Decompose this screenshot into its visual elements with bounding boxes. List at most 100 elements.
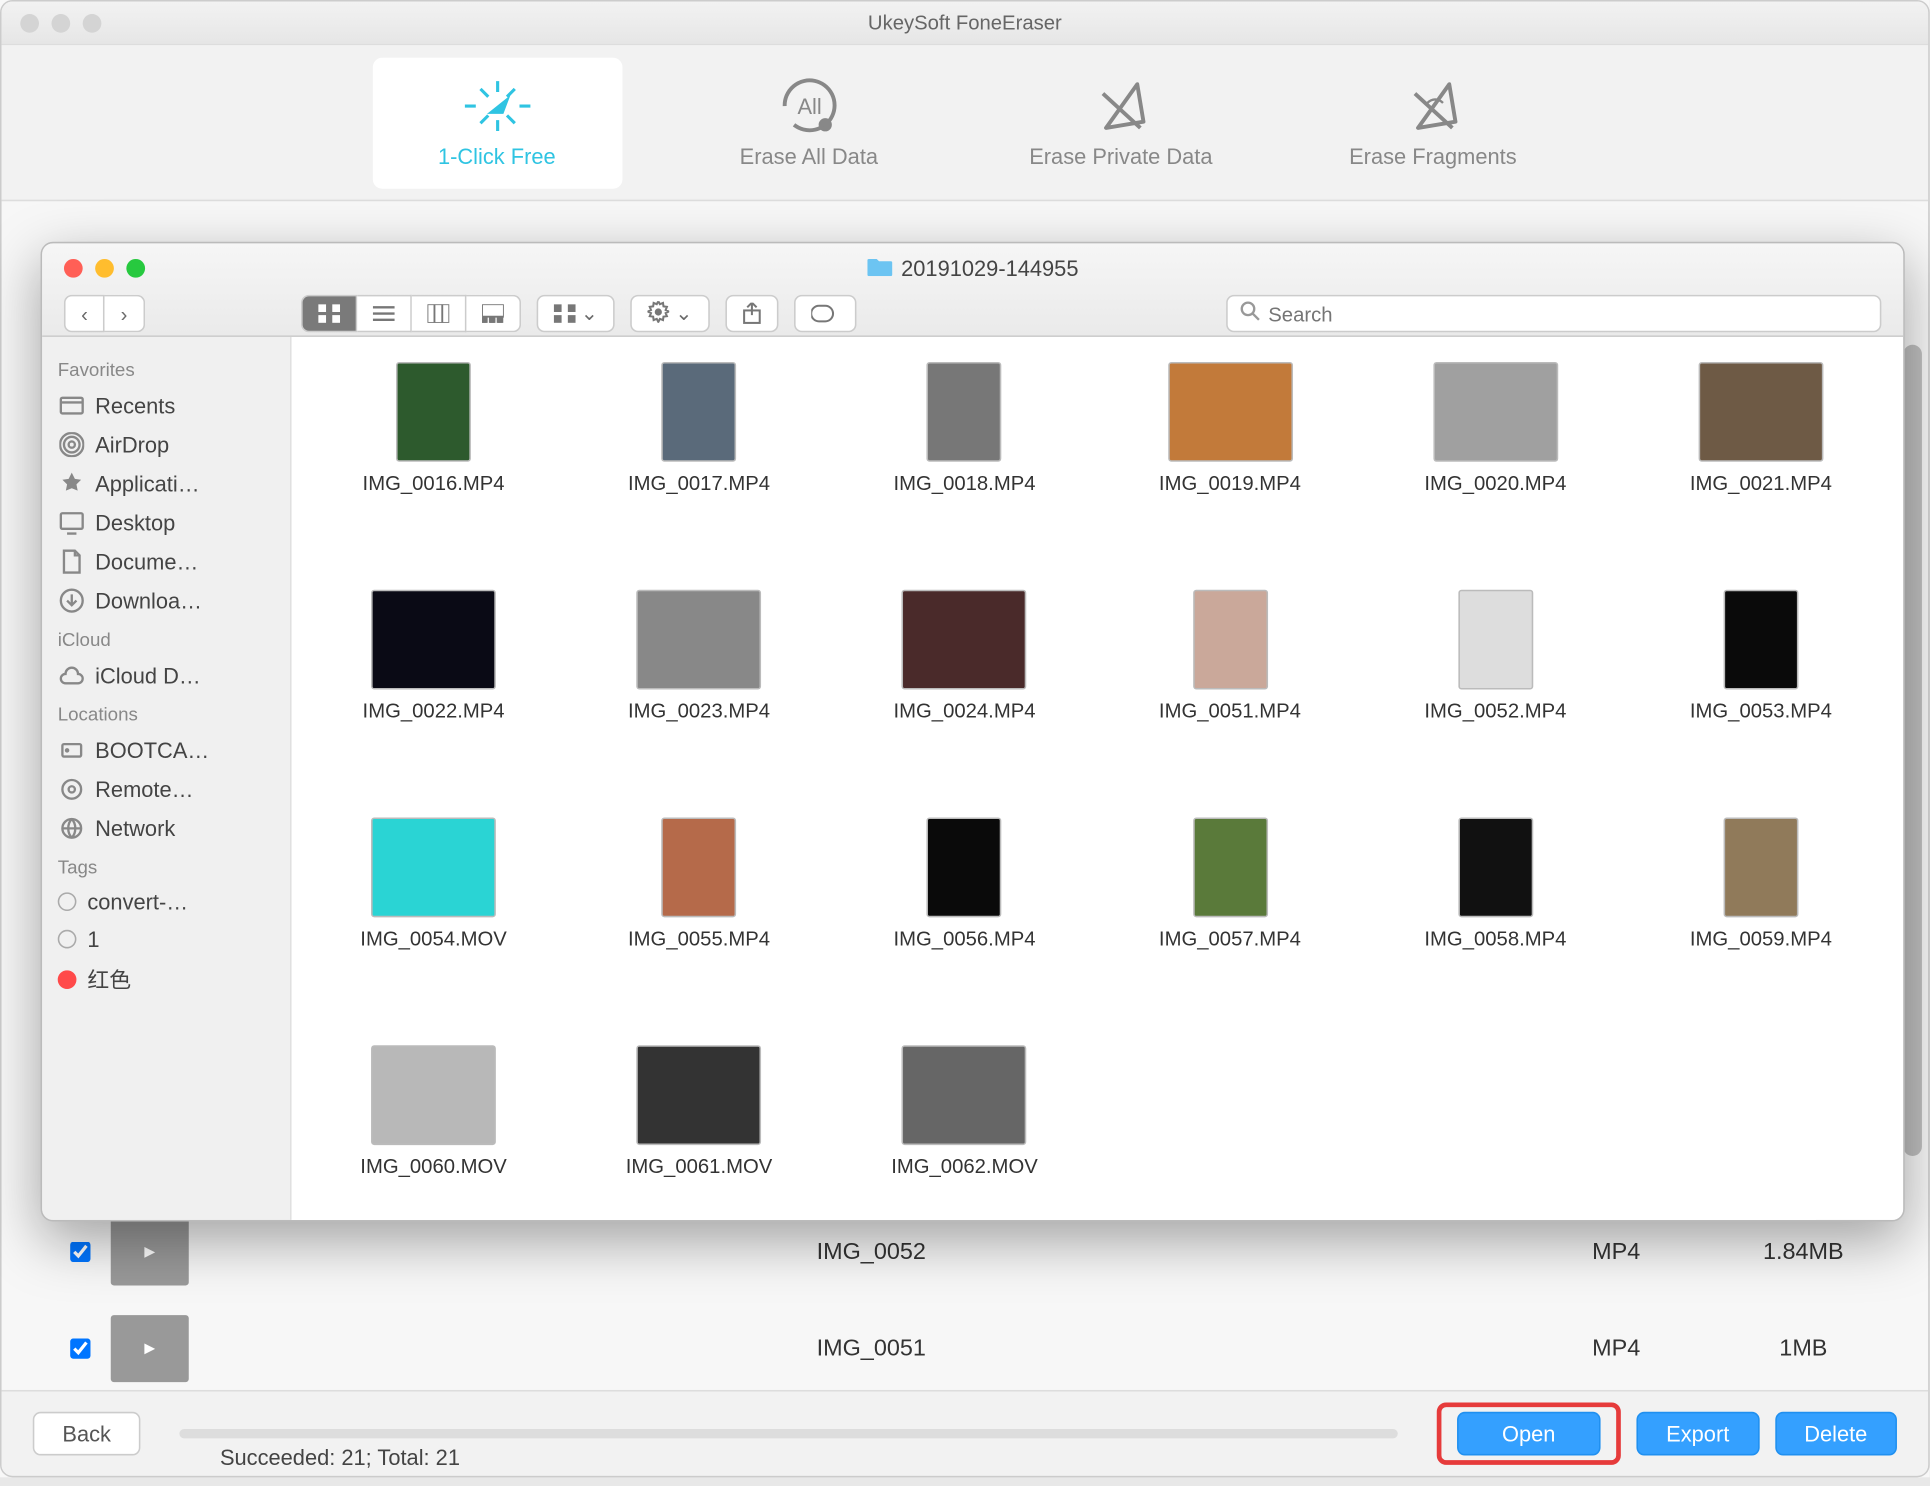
- open-button[interactable]: Open: [1457, 1412, 1601, 1456]
- file-item[interactable]: IMG_0020.MP4: [1366, 362, 1625, 565]
- file-item[interactable]: IMG_0060.MOV: [304, 1045, 563, 1220]
- file-item[interactable]: IMG_0021.MP4: [1631, 362, 1890, 565]
- tab-icon: [1399, 77, 1468, 133]
- file-thumbnail: [662, 362, 737, 462]
- nav-back-button[interactable]: ‹: [64, 295, 105, 332]
- row-checkbox[interactable]: [69, 1338, 89, 1358]
- list-view-button[interactable]: [357, 295, 412, 332]
- progress-bar: [180, 1429, 1398, 1438]
- back-button[interactable]: Back: [33, 1412, 141, 1456]
- sidebar-item[interactable]: BOOTCA…: [42, 730, 290, 769]
- file-item[interactable]: IMG_0053.MP4: [1631, 590, 1890, 793]
- file-name: IMG_0058.MP4: [1425, 927, 1567, 950]
- search-input[interactable]: [1268, 302, 1867, 325]
- row-type: MP4: [1523, 1238, 1710, 1265]
- file-thumbnail: [662, 817, 737, 917]
- finder-title: 20191029-144955: [42, 256, 1903, 281]
- file-item[interactable]: IMG_0056.MP4: [835, 817, 1094, 1020]
- app-title: UkeySoft FoneEraser: [2, 11, 1929, 34]
- sidebar-item[interactable]: iCloud D…: [42, 655, 290, 694]
- sidebar-item[interactable]: Downloa…: [42, 580, 290, 619]
- tab-erase-fragments[interactable]: Erase Fragments: [1308, 57, 1558, 188]
- file-item[interactable]: IMG_0019.MP4: [1101, 362, 1360, 565]
- file-item[interactable]: IMG_0058.MP4: [1366, 817, 1625, 1020]
- file-item[interactable]: IMG_0016.MP4: [304, 362, 563, 565]
- file-item[interactable]: IMG_0024.MP4: [835, 590, 1094, 793]
- action-button[interactable]: ⌄: [631, 295, 710, 332]
- svg-text:All: All: [797, 93, 821, 118]
- file-item[interactable]: IMG_0055.MP4: [570, 817, 829, 1020]
- sidebar-item[interactable]: convert-…: [42, 883, 290, 920]
- sidebar-item-label: Network: [95, 815, 175, 840]
- delete-button[interactable]: Delete: [1775, 1412, 1897, 1456]
- file-name: IMG_0020.MP4: [1425, 471, 1567, 494]
- app-scrollbar[interactable]: [1903, 345, 1922, 1156]
- file-item[interactable]: IMG_0022.MP4: [304, 590, 563, 793]
- file-name: IMG_0023.MP4: [628, 699, 770, 722]
- tag-icon: [58, 892, 77, 911]
- file-thumbnail: [1168, 362, 1293, 462]
- file-item[interactable]: IMG_0061.MOV: [570, 1045, 829, 1220]
- sidebar-item-icon: [58, 392, 85, 419]
- tab-1-click-free[interactable]: 1-Click Free: [372, 57, 622, 188]
- sidebar-item-label: 1: [87, 927, 99, 952]
- gallery-view-button[interactable]: [466, 295, 521, 332]
- file-item[interactable]: IMG_0052.MP4: [1366, 590, 1625, 793]
- sidebar-item-icon: [58, 814, 85, 841]
- file-item[interactable]: IMG_0017.MP4: [570, 362, 829, 565]
- open-highlight: Open: [1436, 1402, 1620, 1464]
- sidebar-item[interactable]: Recents: [42, 385, 290, 424]
- file-thumbnail: [396, 362, 471, 462]
- sidebar-item-label: Recents: [95, 392, 175, 417]
- sidebar-item[interactable]: Remote…: [42, 769, 290, 808]
- sidebar-item-label: iCloud D…: [95, 662, 201, 687]
- file-item[interactable]: IMG_0023.MP4: [570, 590, 829, 793]
- tab-erase-private-data[interactable]: Erase Private Data: [996, 57, 1246, 188]
- tags-button[interactable]: [794, 295, 856, 332]
- tab-label: 1-Click Free: [438, 143, 556, 168]
- file-item[interactable]: IMG_0057.MP4: [1101, 817, 1360, 1020]
- file-item[interactable]: IMG_0062.MOV: [835, 1045, 1094, 1220]
- tab-erase-all-data[interactable]: AllErase All Data: [684, 57, 934, 188]
- list-item[interactable]: IMG_0051MP41MB: [48, 1299, 1897, 1396]
- tab-label: Erase Fragments: [1349, 143, 1517, 168]
- sidebar-item[interactable]: Desktop: [42, 502, 290, 541]
- tab-icon: [1087, 77, 1156, 133]
- file-item[interactable]: IMG_0051.MP4: [1101, 590, 1360, 793]
- file-name: IMG_0062.MOV: [891, 1154, 1038, 1177]
- file-name: IMG_0054.MOV: [361, 927, 508, 950]
- finder-sidebar: Favorites Recents AirDropApplicati…Desktop…: [42, 337, 292, 1220]
- nav-forward-button[interactable]: ›: [105, 295, 145, 332]
- group-by-button[interactable]: ⌄: [536, 295, 615, 332]
- sidebar-section: Favorites: [42, 349, 290, 385]
- share-button[interactable]: [725, 295, 778, 332]
- column-view-button[interactable]: [411, 295, 466, 332]
- sidebar-item[interactable]: 红色: [42, 958, 290, 1002]
- sidebar-item[interactable]: Applicati…: [42, 463, 290, 502]
- export-button[interactable]: Export: [1637, 1412, 1759, 1456]
- sidebar-item-icon: [58, 548, 85, 575]
- sidebar-item[interactable]: Docume…: [42, 541, 290, 580]
- finder-title-text: 20191029-144955: [901, 256, 1078, 281]
- sidebar-item[interactable]: 1: [42, 920, 290, 957]
- file-item[interactable]: IMG_0054.MOV: [304, 817, 563, 1020]
- sidebar-item-label: Docume…: [95, 548, 198, 573]
- file-thumbnail: [1458, 590, 1533, 690]
- file-thumbnail: [371, 1045, 496, 1145]
- file-thumbnail: [637, 590, 762, 690]
- chevron-down-icon: ⌄: [675, 301, 692, 326]
- file-name: IMG_0016.MP4: [363, 471, 505, 494]
- file-item[interactable]: IMG_0018.MP4: [835, 362, 1094, 565]
- sidebar-item[interactable]: Network: [42, 808, 290, 847]
- sidebar-item[interactable]: AirDrop: [42, 424, 290, 463]
- icon-view-button[interactable]: [301, 295, 357, 332]
- sidebar-item-label: Remote…: [95, 776, 193, 801]
- file-thumbnail: [902, 1045, 1027, 1145]
- row-checkbox[interactable]: [69, 1241, 89, 1261]
- file-name: IMG_0018.MP4: [894, 471, 1036, 494]
- file-name: IMG_0051.MP4: [1159, 699, 1301, 722]
- file-item[interactable]: IMG_0059.MP4: [1631, 817, 1890, 1020]
- search-field[interactable]: [1226, 295, 1881, 332]
- row-size: 1MB: [1710, 1335, 1897, 1362]
- file-thumbnail: [1433, 362, 1558, 462]
